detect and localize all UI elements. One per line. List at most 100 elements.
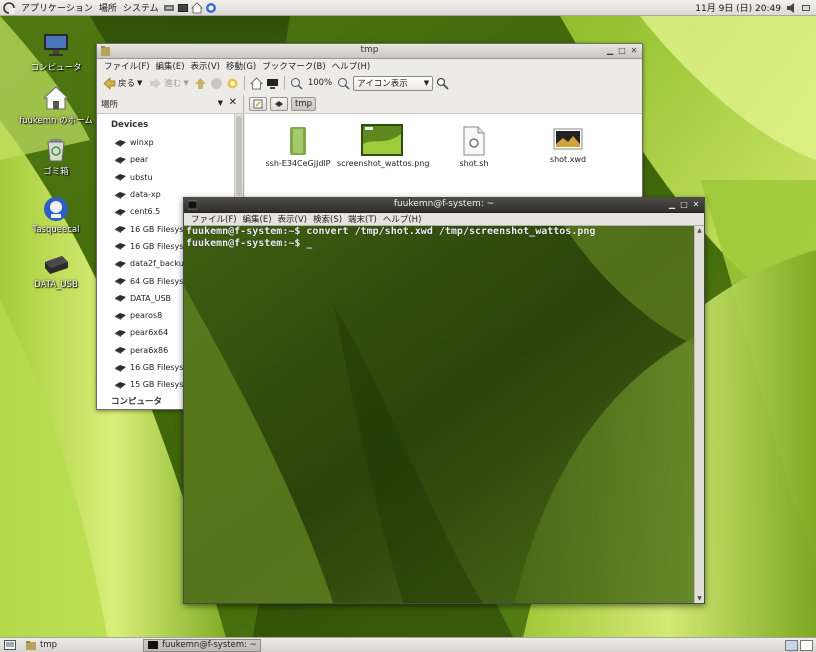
up-arrow-icon[interactable]: [194, 77, 207, 90]
file-item[interactable]: ssh-E34CeGjJdlP: [253, 126, 343, 169]
maximize-button[interactable]: □: [618, 46, 626, 55]
location-bar: tmp: [245, 95, 642, 113]
sound-volume-icon[interactable]: [786, 2, 798, 14]
menu-file[interactable]: ファイル(F): [188, 213, 240, 225]
globe-launcher-icon[interactable]: [205, 2, 217, 14]
drive-icon: [115, 295, 126, 303]
terminal-launcher-icon[interactable]: [177, 2, 189, 14]
scroll-down-icon[interactable]: ▼: [696, 595, 703, 602]
home-icon[interactable]: [249, 76, 263, 90]
terminal-menubar: ファイル(F) 編集(E) 表示(V) 検索(S) 端末(T) ヘルプ(H): [184, 213, 704, 226]
zoom-out-icon[interactable]: [290, 77, 303, 90]
menu-help[interactable]: ヘルプ(H): [329, 60, 374, 72]
file-item[interactable]: shot.sh: [429, 126, 519, 169]
stop-icon[interactable]: [210, 77, 223, 90]
desktop-icon-computer[interactable]: コンピュータ: [18, 31, 94, 73]
drive-icon: [115, 191, 126, 199]
sidebar-item[interactable]: pear: [97, 151, 243, 168]
maximize-button[interactable]: □: [680, 200, 688, 209]
sidebar-item-label: winxp: [130, 138, 154, 148]
forward-arrow-icon: [150, 77, 162, 89]
drive-icon: [115, 347, 126, 355]
menu-go[interactable]: 移動(G): [223, 60, 259, 72]
terminal-background-image: [184, 226, 694, 603]
network-launcher-icon[interactable]: [163, 2, 175, 14]
back-arrow-icon: [103, 76, 116, 90]
menu-bookmarks[interactable]: ブックマーク(B): [259, 60, 328, 72]
close-button[interactable]: ✕: [630, 46, 638, 55]
sidebar-header[interactable]: 場所 ▼ ✕: [97, 95, 243, 113]
sidebar-item-label: ubstu: [130, 172, 153, 182]
edit-location-button[interactable]: [249, 97, 267, 111]
taskbar-item-terminal[interactable]: fuukemn@f-system: ~: [143, 638, 261, 652]
path-left-button[interactable]: [270, 97, 288, 111]
desktop-icon-label: DATA_USB: [34, 280, 78, 290]
sidebar-close-icon[interactable]: ✕: [229, 97, 237, 108]
show-desktop-icon[interactable]: [4, 640, 16, 650]
forward-dropdown-icon[interactable]: ▼: [183, 79, 188, 87]
menu-edit[interactable]: 編集(E): [240, 213, 275, 225]
forward-button[interactable]: 進む ▼: [147, 75, 190, 91]
chevron-down-icon: ▼: [423, 78, 430, 87]
terminal-window: fuukemn@f-system: ~ ▁ □ ✕ ファイル(F) 編集(E) …: [183, 197, 705, 604]
distro-logo-icon[interactable]: [3, 1, 15, 14]
menu-help[interactable]: ヘルプ(H): [380, 213, 425, 225]
sidebar-item-label: pear6x64: [130, 328, 169, 338]
minimize-button[interactable]: ▁: [606, 46, 614, 55]
computer-icon[interactable]: [266, 77, 279, 90]
sidebar-item[interactable]: ubstu: [97, 169, 243, 186]
view-mode-select[interactable]: アイコン表示 ▼: [353, 75, 434, 91]
workspace-2[interactable]: [800, 640, 813, 651]
menu-file[interactable]: ファイル(F): [101, 60, 153, 72]
sidebar-section-devices: Devices: [111, 120, 149, 130]
sidebar-item-label: pear: [130, 155, 149, 165]
menu-edit[interactable]: 編集(E): [153, 60, 188, 72]
drive-icon: [115, 139, 126, 147]
sidebar-item-label: data2f_backup: [130, 259, 189, 269]
menu-search[interactable]: 検索(S): [310, 213, 345, 225]
applications-menu[interactable]: アプリケーション: [18, 1, 96, 14]
sidebar-dropdown-icon[interactable]: ▼: [218, 99, 223, 107]
drive-icon: [115, 364, 126, 372]
folder-icon: [290, 127, 306, 155]
trash-icon: [47, 139, 65, 162]
places-menu[interactable]: 場所: [96, 1, 120, 14]
back-dropdown-icon[interactable]: ▼: [137, 79, 142, 87]
scroll-up-icon[interactable]: ▲: [696, 227, 703, 234]
desktop-icon-trash[interactable]: ゴミ箱: [18, 135, 94, 177]
zoom-level: 100%: [307, 78, 333, 88]
workspace-1[interactable]: [785, 640, 798, 651]
taskbar-item-file-manager[interactable]: tmp: [22, 639, 140, 652]
menu-terminal[interactable]: 端末(T): [345, 213, 380, 225]
terminal-scrollbar[interactable]: ▲ ▼: [694, 226, 704, 603]
desktop-icon-usb[interactable]: DATA_USB: [18, 250, 94, 290]
sidebar-item-label: cent6.5: [130, 207, 161, 217]
file-manager-titlebar[interactable]: tmp ▁ □ ✕: [97, 44, 642, 59]
window-title: fuukemn@f-system: ~: [393, 199, 495, 209]
menu-view[interactable]: 表示(V): [188, 60, 223, 72]
clock[interactable]: 11月 9日 (日) 20:49: [691, 1, 785, 14]
file-item[interactable]: screenshot_wattos.png: [337, 124, 429, 169]
drive-icon: [115, 156, 126, 164]
sidebar-item[interactable]: winxp: [97, 134, 243, 151]
window-title: tmp: [360, 45, 379, 55]
menu-view[interactable]: 表示(V): [275, 213, 310, 225]
close-button[interactable]: ✕: [692, 200, 700, 209]
home-launcher-icon[interactable]: [190, 1, 203, 14]
terminal-text-area[interactable]: fuukemn@f-system:~$ convert /tmp/shot.xw…: [184, 226, 694, 603]
search-icon[interactable]: [436, 77, 449, 90]
minimize-button[interactable]: ▁: [668, 200, 676, 209]
reload-icon[interactable]: [226, 77, 239, 90]
file-item[interactable]: shot.xwd: [523, 126, 613, 165]
shutdown-icon[interactable]: [800, 2, 812, 14]
terminal-titlebar[interactable]: fuukemn@f-system: ~ ▁ □ ✕: [184, 198, 704, 213]
path-segment-tmp[interactable]: tmp: [291, 97, 317, 111]
zoom-in-icon[interactable]: [337, 77, 350, 90]
system-menu[interactable]: システム: [120, 1, 162, 14]
back-button[interactable]: 戻る ▼: [101, 75, 144, 91]
desktop-icon-home[interactable]: fuukemn のホーム: [18, 84, 94, 126]
home-folder-icon: [42, 86, 70, 110]
drive-icon: [115, 174, 126, 182]
terminal-line: fuukemn@f-system:~$ convert /tmp/shot.xw…: [186, 226, 596, 237]
desktop-icon-app[interactable]: Tasqueecal: [18, 195, 94, 235]
